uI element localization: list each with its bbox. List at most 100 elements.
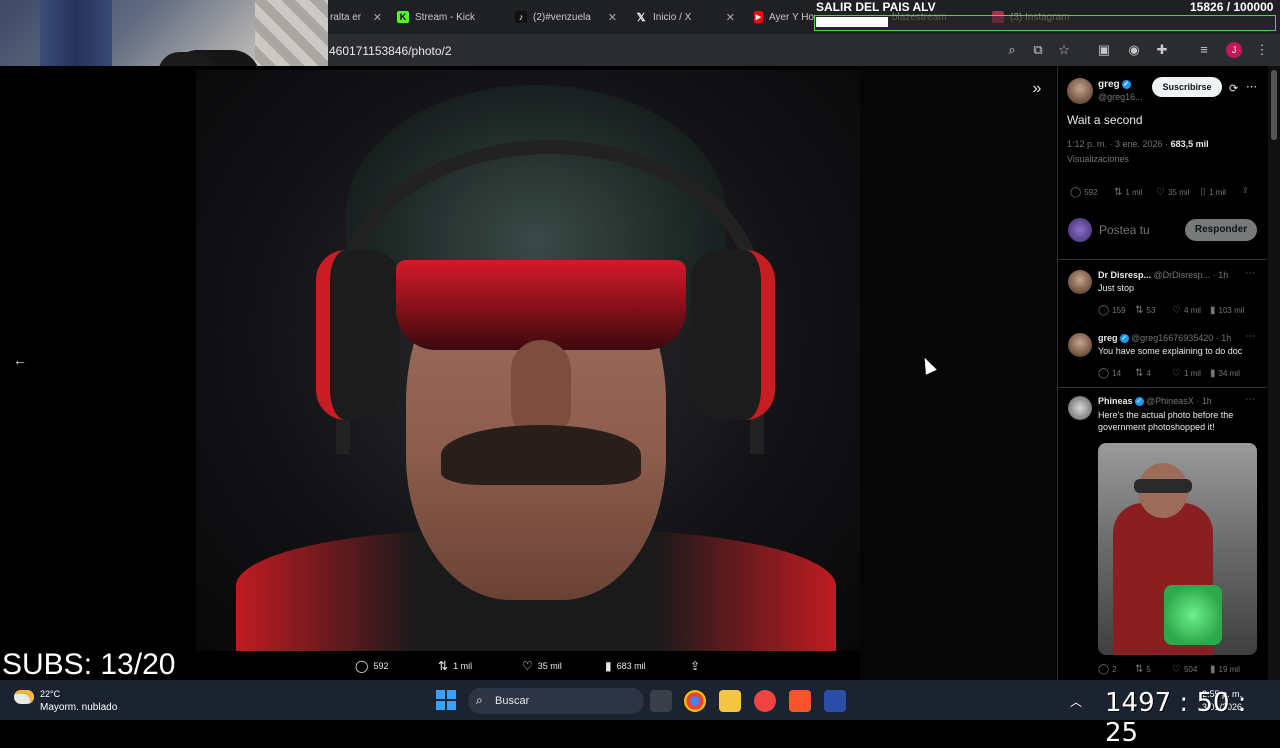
like-stat[interactable]: ♡ 35 mil [1156,187,1189,198]
views-stat[interactable]: ▮ 34 mil [1210,368,1240,379]
collapse-panel-icon[interactable]: » [1028,80,1046,98]
back-arrow-icon[interactable]: ← [12,352,28,368]
windows-start-icon[interactable] [436,690,456,710]
install-app-icon[interactable]: ⧉ [1030,42,1046,58]
weather-cloud-icon[interactable] [14,690,34,704]
reply-stat[interactable]: ◯ 592 [1070,187,1098,198]
brave-icon[interactable] [789,690,811,712]
browser-tab-kick[interactable]: K Stream - Kick [397,6,495,28]
avatar[interactable] [1068,270,1092,294]
tray-chevron-up-icon[interactable]: ︿ [1070,693,1082,710]
share-icon: ⇪ [690,659,701,673]
reply-stat[interactable]: ◯ 2 [1098,664,1117,675]
url-field[interactable]: 460171153846/photo/2 [329,44,452,58]
reply-input[interactable]: Postea tu [1099,223,1150,237]
tweet-text: Wait a second [1067,113,1143,127]
profile-avatar[interactable]: J [1226,42,1242,58]
more-options-icon[interactable]: ⋯ [1246,80,1257,93]
task-view-icon[interactable] [650,690,672,712]
author-name[interactable]: greg ✓ [1098,79,1131,90]
reply-image[interactable] [1098,443,1257,655]
grok-icon[interactable]: ⟳ [1229,82,1238,95]
extension-icon[interactable]: ▣ [1096,42,1112,58]
repost-icon: ⇅ [438,659,449,673]
scrollbar[interactable] [1268,66,1280,680]
reply-text: You have some explaining to do doc [1098,346,1243,356]
heart-icon: ♡ [1156,187,1165,198]
zoom-icon[interactable]: ⌕ [1004,42,1020,58]
share-icon[interactable]: ⇪ [1242,186,1249,195]
browser-tab-youtube[interactable]: ▶ Ayer Y Ho [754,6,814,28]
app-icon[interactable] [754,690,776,712]
avatar[interactable] [1067,78,1093,104]
tab-label: Stream - Kick [415,11,476,23]
tab-close-icon[interactable]: ✕ [726,11,735,24]
more-options-icon[interactable]: ⋯ [1245,268,1255,279]
extension-icon[interactable]: ◉ [1126,42,1142,58]
reply-stat[interactable]: ◯ 159 [1098,305,1126,316]
verified-badge-icon: ✓ [1121,79,1131,89]
repost-button[interactable]: ⇅ 1 mil [438,659,472,673]
tab-search-icon[interactable]: ≡ [1196,42,1212,58]
tweet-meta: 1:12 p. m. · 3 ene. 2026 · 683,5 mil [1067,139,1209,149]
bookmark-star-icon[interactable]: ☆ [1056,42,1072,58]
app-icon[interactable] [824,690,846,712]
browser-tab-tiktok[interactable]: ♪ (2)#venzuela ✕ [515,6,617,28]
like-stat[interactable]: ♡ 504 [1172,664,1197,675]
views-count: 683 mil [616,661,646,671]
browser-tab[interactable]: ralta er ✕ [330,6,382,28]
menu-kebab-icon[interactable]: ⋮ [1254,42,1270,58]
replies-button[interactable]: ◯ 592 [355,659,388,673]
verified-badge-icon: ✓ [1119,334,1129,344]
more-options-icon[interactable]: ⋯ [1245,394,1255,405]
avatar[interactable] [1068,396,1092,420]
like-stat[interactable]: ♡ 1 mil [1172,368,1201,379]
reply-stat[interactable]: ◯ 14 [1098,368,1121,379]
like-stat[interactable]: ♡ 4 mil [1172,305,1201,316]
youtube-icon: ▶ [754,11,763,23]
reply-header[interactable]: Phineas ✓ @PhineasX · 1h [1098,396,1212,407]
reply-header[interactable]: greg ✓ @greg16676935420 · 1h [1098,333,1231,344]
scrollbar-thumb[interactable] [1271,70,1277,140]
verified-badge-icon: ✓ [1134,397,1144,407]
views-icon: ▮ [1210,368,1216,379]
weather-temperature[interactable]: 22°C [40,689,60,699]
reply-text: Here's the actual photo before the gover… [1098,410,1234,432]
puzzle-icon[interactable]: ✚ [1154,42,1170,58]
tiktok-icon: ♪ [515,11,527,23]
repost-stat[interactable]: ⇅ 53 [1135,305,1155,316]
views-stat[interactable]: ▮ 19 mil [1210,664,1240,675]
repost-stat[interactable]: ⇅ 5 [1135,664,1151,675]
author-handle[interactable]: @greg16... [1098,92,1143,102]
heart-icon: ♡ [1172,368,1181,379]
repost-stat[interactable]: ⇅ 4 [1135,368,1151,379]
avatar[interactable] [1068,333,1092,357]
repost-stat[interactable]: ⇅ 1 mil [1114,187,1142,198]
weather-description[interactable]: Mayorm. nublado [40,702,117,713]
bookmark-stat[interactable]: ⌷ 1 mil [1200,187,1226,198]
tab-label: (2)#venzuela [533,11,591,23]
views-stat[interactable]: ▮ 103 mil [1210,305,1244,316]
reposts-count: 1 mil [453,661,473,671]
subathon-timer: 1497 : 50 : 25 [1105,688,1247,748]
subscribe-button[interactable]: Suscribirse [1152,77,1222,97]
tweet-photo [196,70,860,651]
reply-icon: ◯ [1098,305,1110,316]
repost-icon: ⇅ [1135,368,1144,379]
views-button[interactable]: ▮ 683 mil [605,659,646,673]
tab-label: Inicio / X [653,11,692,23]
more-options-icon[interactable]: ⋯ [1245,331,1255,342]
tab-close-icon[interactable]: ✕ [373,11,382,24]
browser-tab-x[interactable]: 𝕏 Inicio / X ✕ [635,6,735,28]
chrome-icon[interactable] [684,690,706,712]
tab-close-icon[interactable]: ✕ [608,11,617,24]
file-explorer-icon[interactable] [719,690,741,712]
subs-counter: SUBS: 13/20 [2,648,176,681]
likes-count: 35 mil [537,661,562,671]
kick-icon: K [397,11,409,23]
reply-button[interactable]: Responder [1185,219,1257,241]
reply-header[interactable]: Dr Disresp... @DrDisresp... · 1h [1098,270,1228,280]
share-button[interactable]: ⇪ [690,659,705,673]
views-icon: ▮ [1210,305,1216,316]
like-button[interactable]: ♡ 35 mil [522,659,562,673]
